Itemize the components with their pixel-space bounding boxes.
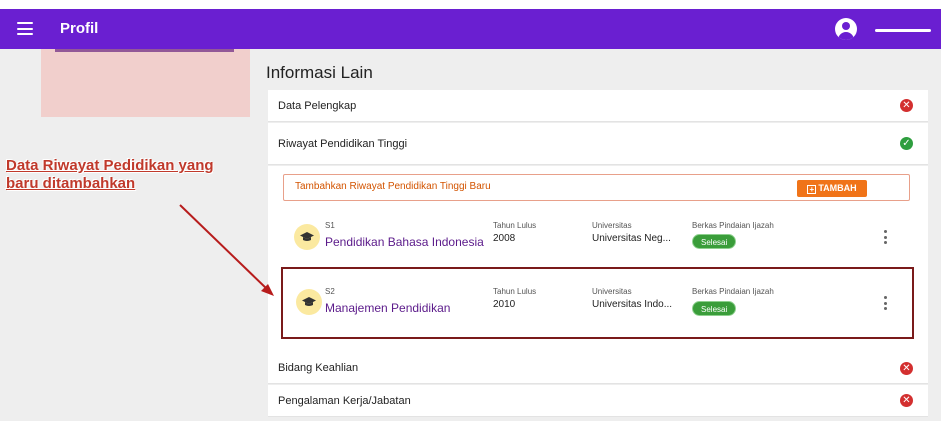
close-circle-icon: ✕ bbox=[900, 394, 913, 407]
app-bar: Profil bbox=[0, 9, 941, 49]
top-strip bbox=[0, 0, 941, 9]
row-pengalaman-kerja[interactable]: Pengalaman Kerja/Jabatan ✕ bbox=[268, 385, 928, 417]
university-value: Universitas Neg... bbox=[592, 233, 671, 244]
menu-icon[interactable] bbox=[17, 22, 33, 35]
add-box-icon: + bbox=[807, 185, 817, 194]
close-circle-icon: ✕ bbox=[900, 361, 913, 375]
section-heading: Informasi Lain bbox=[266, 63, 373, 82]
row-riwayat-pendidikan[interactable]: Riwayat Pendidikan Tinggi ✓ bbox=[268, 123, 928, 165]
file-label: Berkas Pindaian Ijazah bbox=[692, 221, 774, 230]
profile-photo-border bbox=[55, 49, 234, 52]
annotation-text: Data Riwayat Pedidikan yang baru ditamba… bbox=[6, 157, 214, 193]
year-value: 2008 bbox=[493, 233, 516, 244]
add-education-label: Tambahkan Riwayat Pendidikan Tinggi Baru bbox=[295, 181, 491, 192]
file-status-badge: Selesai bbox=[692, 234, 737, 249]
row-label: Data Pelengkap bbox=[278, 99, 357, 112]
annotation-line-2: baru ditambahkan bbox=[6, 175, 136, 192]
highlight-box bbox=[281, 267, 914, 339]
row-data-pelengkap[interactable]: Data Pelengkap ✕ bbox=[268, 90, 928, 122]
user-name-redacted[interactable] bbox=[875, 29, 931, 32]
education-level: S1 bbox=[325, 221, 335, 230]
check-circle-icon: ✓ bbox=[900, 137, 913, 150]
row-label: Bidang Keahlian bbox=[278, 362, 359, 374]
account-circle-icon[interactable] bbox=[835, 18, 857, 40]
education-degree: Pendidikan Bahasa Indonesia bbox=[325, 235, 484, 249]
annotation-line-1: Data Riwayat Pedidikan yang bbox=[6, 157, 214, 174]
row-bidang-keahlian[interactable]: Bidang Keahlian ✕ bbox=[268, 353, 928, 384]
row-label: Pengalaman Kerja/Jabatan bbox=[278, 394, 411, 407]
university-label: Universitas bbox=[592, 221, 632, 230]
year-label: Tahun Lulus bbox=[493, 221, 537, 230]
graduation-cap-icon bbox=[294, 224, 320, 250]
app-title: Profil bbox=[60, 20, 99, 37]
add-button[interactable]: + TAMBAH bbox=[797, 180, 867, 197]
row-label: Riwayat Pendidikan Tinggi bbox=[278, 137, 408, 150]
add-button-label: TAMBAH bbox=[818, 183, 857, 193]
more-vert-icon[interactable] bbox=[883, 230, 887, 244]
close-circle-icon: ✕ bbox=[900, 99, 913, 112]
profile-photo bbox=[41, 49, 250, 117]
